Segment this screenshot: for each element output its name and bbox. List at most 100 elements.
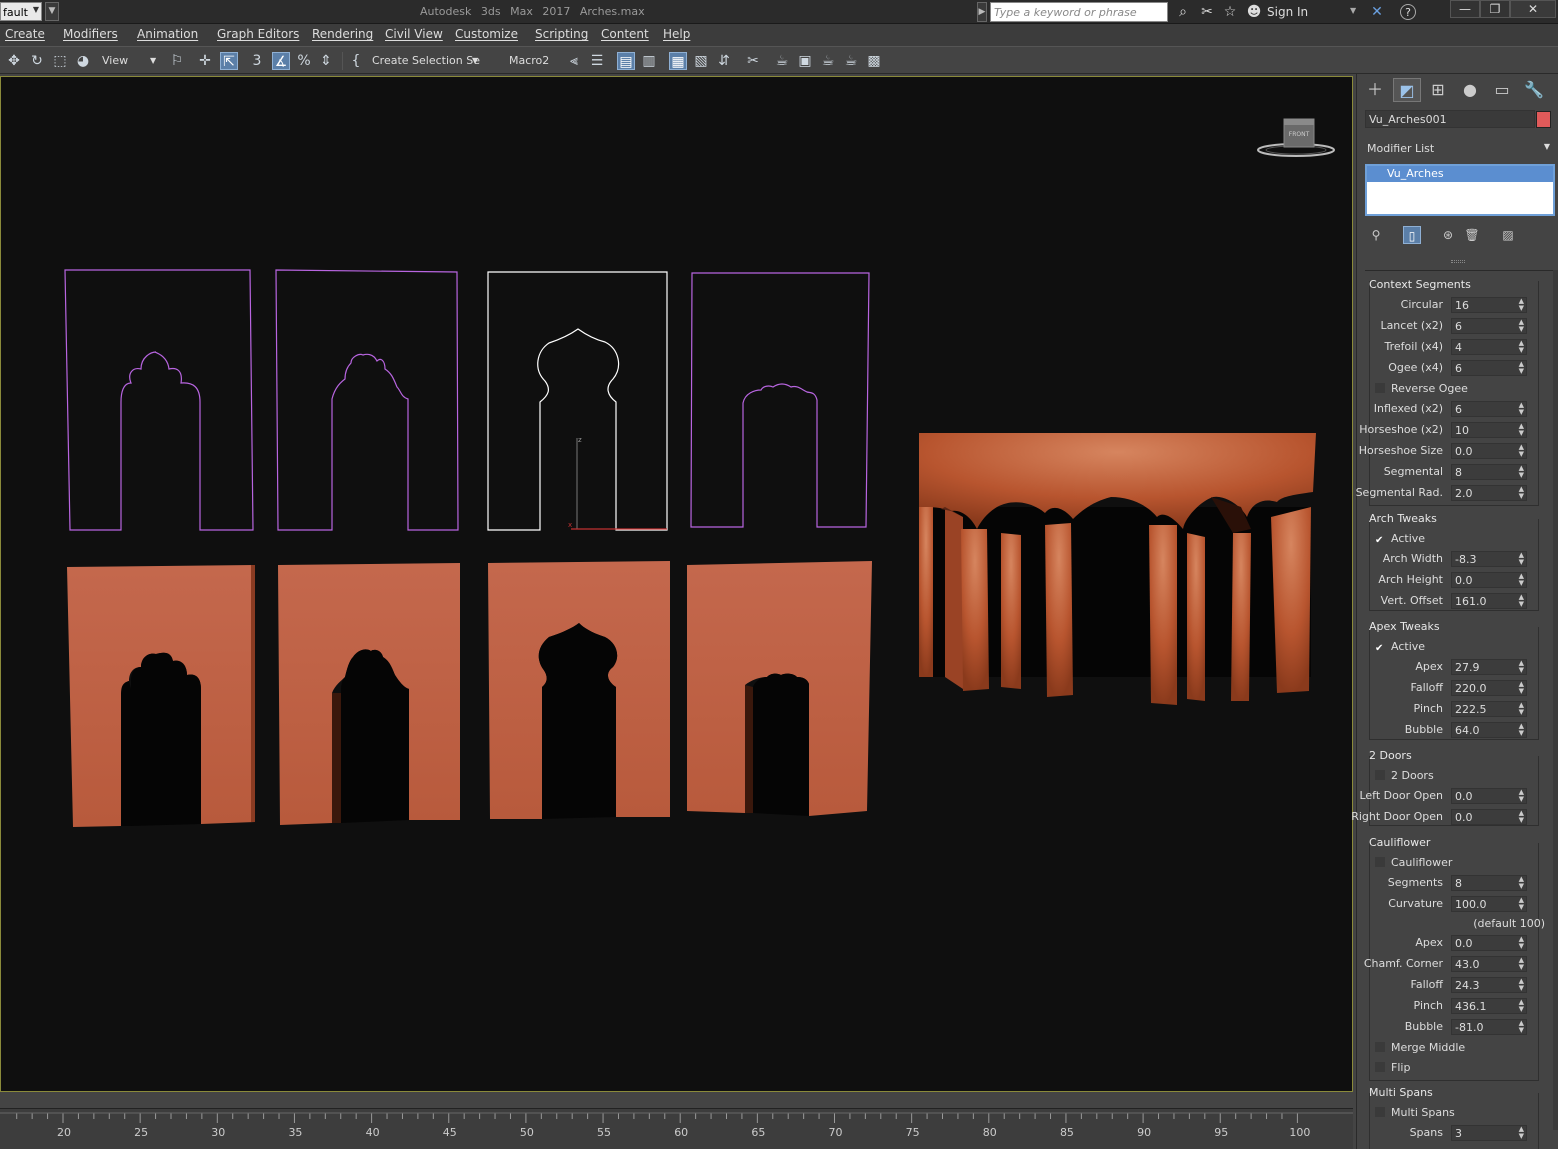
- cauliflower-spinner[interactable]: 436.1 ▲ ▼: [1451, 998, 1527, 1014]
- rollout-title[interactable]: Apex Tweaks: [1369, 620, 1440, 633]
- motion-tab-icon[interactable]: ●: [1456, 78, 1484, 102]
- context-segment-spinner[interactable]: 10 ▲ ▼: [1451, 422, 1527, 438]
- 2-doors-checkbox[interactable]: 2 Doors: [1375, 769, 1434, 782]
- layer-explorer-icon[interactable]: ▥: [640, 52, 658, 70]
- spinner-arrows-icon[interactable]: ▲ ▼: [1519, 486, 1524, 500]
- close-button[interactable]: ✕: [1510, 0, 1556, 18]
- help-icon[interactable]: ?: [1400, 4, 1416, 20]
- apex-tweak-spinner[interactable]: 222.5 ▲ ▼: [1451, 701, 1527, 717]
- panel-resize-grip[interactable]: [1451, 260, 1465, 263]
- cauliflower-checkbox[interactable]: Cauliflower: [1375, 856, 1452, 869]
- render-production-icon[interactable]: ☕: [819, 52, 837, 70]
- rollout-title[interactable]: Cauliflower: [1369, 836, 1430, 849]
- time-ruler[interactable]: 20 25 30 35 40 45 50 55 60 65 70 75 80 85 90 95 100: [0, 1108, 1353, 1149]
- rotate-icon[interactable]: ↻: [28, 52, 46, 70]
- menu-rendering[interactable]: Rendering: [312, 27, 373, 41]
- rollout-title[interactable]: Context Segments: [1369, 278, 1471, 291]
- spinner-arrows-icon[interactable]: ▲ ▼: [1519, 936, 1524, 950]
- modifier-list-dropdown[interactable]: Modifier List ▼: [1365, 140, 1553, 158]
- context-segment-spinner[interactable]: 6 ▲ ▼: [1451, 318, 1527, 334]
- arch-tweak-spinner[interactable]: 161.0 ▲ ▼: [1451, 593, 1527, 609]
- apex-tweaks-active-checkbox[interactable]: Active: [1375, 640, 1425, 654]
- schematic-view-icon[interactable]: ⇵: [715, 52, 733, 70]
- object-color-swatch[interactable]: [1536, 111, 1551, 128]
- spinner-arrows-icon[interactable]: ▲ ▼: [1519, 465, 1524, 479]
- door-spinner[interactable]: 0.0 ▲ ▼: [1451, 788, 1527, 804]
- object-name-field[interactable]: Vu_Arches001: [1365, 110, 1535, 128]
- menu-graph-editors[interactable]: Graph Editors: [217, 27, 299, 41]
- ref-coord-dropdown[interactable]: View: [102, 54, 128, 67]
- chevron-down-icon[interactable]: ▼: [1350, 6, 1356, 15]
- placement-icon[interactable]: ◕: [74, 52, 92, 70]
- scene-explorer-icon[interactable]: ▤: [617, 52, 635, 70]
- menu-customize[interactable]: Customize: [455, 27, 518, 41]
- create-tab-icon[interactable]: ＋: [1361, 78, 1389, 102]
- spinner-arrows-icon[interactable]: ▲ ▼: [1519, 573, 1524, 587]
- sign-in-link[interactable]: Sign In: [1267, 5, 1308, 19]
- spinner-arrows-icon[interactable]: ▲ ▼: [1519, 660, 1524, 674]
- context-segment-spinner[interactable]: 6 ▲ ▼: [1451, 401, 1527, 417]
- maximize-button[interactable]: ❐: [1480, 0, 1510, 18]
- material-editor-icon[interactable]: ✂: [744, 52, 762, 70]
- modify-tab-icon[interactable]: ◩: [1393, 78, 1421, 102]
- rollout-title[interactable]: Multi Spans: [1369, 1086, 1433, 1099]
- star-icon[interactable]: ☆: [1221, 4, 1239, 20]
- workspace-dropdown[interactable]: fault ▼: [0, 2, 42, 21]
- spinner-arrows-icon[interactable]: ▲ ▼: [1519, 702, 1524, 716]
- exchange-icon[interactable]: ✕: [1368, 4, 1386, 20]
- keyboard-shortcut-override-icon[interactable]: ⇱: [220, 52, 238, 70]
- cauliflower-spinner[interactable]: -81.0 ▲ ▼: [1451, 1019, 1527, 1035]
- show-end-result-icon[interactable]: ▯: [1403, 226, 1421, 244]
- spinner-snap-icon[interactable]: ⇕: [317, 52, 335, 70]
- spinner-arrows-icon[interactable]: ▲ ▼: [1519, 723, 1524, 737]
- menu-civil-view[interactable]: Civil View: [385, 27, 443, 41]
- merge-middle-checkbox[interactable]: Merge Middle: [1375, 1041, 1465, 1054]
- arch-mesh-2[interactable]: [278, 563, 460, 825]
- pivot-icon[interactable]: ⚐: [168, 52, 186, 70]
- shape-trefoil[interactable]: [64, 269, 254, 531]
- spinner-arrows-icon[interactable]: ▲ ▼: [1519, 1020, 1524, 1034]
- menu-create[interactable]: Create: [5, 27, 45, 41]
- mirror-icon[interactable]: ⫷: [565, 52, 583, 70]
- spinner-arrows-icon[interactable]: ▲ ▼: [1519, 361, 1524, 375]
- spinner-arrows-icon[interactable]: ▲ ▼: [1519, 789, 1524, 803]
- macro-button[interactable]: Macro2: [509, 54, 549, 67]
- percent-snap-icon[interactable]: %: [295, 52, 313, 70]
- arch-tweaks-active-checkbox[interactable]: Active: [1375, 532, 1425, 546]
- arch-mesh-4[interactable]: [687, 561, 872, 816]
- apex-tweak-spinner[interactable]: 64.0 ▲ ▼: [1451, 722, 1527, 738]
- modifier-stack[interactable]: Vu_Arches: [1365, 164, 1555, 216]
- spinner-arrows-icon[interactable]: ▲ ▼: [1519, 876, 1524, 890]
- menu-content[interactable]: Content: [601, 27, 649, 41]
- apex-tweak-spinner[interactable]: 220.0 ▲ ▼: [1451, 680, 1527, 696]
- chevron-down-icon[interactable]: ▼: [472, 56, 478, 65]
- multi-span-spinner[interactable]: 3 ▲ ▼: [1451, 1125, 1527, 1141]
- select-manipulate-icon[interactable]: ✛: [196, 52, 214, 70]
- viewport[interactable]: FRONT z x: [0, 76, 1353, 1092]
- spinner-arrows-icon[interactable]: ▲ ▼: [1519, 319, 1524, 333]
- apex-tweak-spinner[interactable]: 27.9 ▲ ▼: [1451, 659, 1527, 675]
- shape-cusped[interactable]: [275, 269, 459, 531]
- snap-3d-icon[interactable]: 3: [248, 52, 266, 70]
- minimize-button[interactable]: —: [1450, 0, 1480, 18]
- spinner-arrows-icon[interactable]: ▲ ▼: [1519, 298, 1524, 312]
- spinner-arrows-icon[interactable]: ▲ ▼: [1519, 681, 1524, 695]
- pin-stack-icon[interactable]: ⚲: [1367, 226, 1385, 244]
- hierarchy-tab-icon[interactable]: ⊞: [1424, 78, 1452, 102]
- angle-snap-icon[interactable]: ∡: [272, 52, 290, 70]
- workspace-menu-button[interactable]: ▼: [45, 2, 59, 21]
- cauliflower-spinner[interactable]: 8 ▲ ▼: [1451, 875, 1527, 891]
- curve-editor-icon[interactable]: ▧: [692, 52, 710, 70]
- configure-modifier-sets-icon[interactable]: ▨: [1499, 226, 1517, 244]
- circular-colonnade-mesh[interactable]: [919, 433, 1316, 705]
- chevron-down-icon[interactable]: ▼: [150, 56, 156, 65]
- door-spinner[interactable]: 0.0 ▲ ▼: [1451, 809, 1527, 825]
- context-segment-spinner[interactable]: 2.0 ▲ ▼: [1451, 485, 1527, 501]
- transform-gizmo[interactable]: z x: [568, 436, 667, 530]
- menu-scripting[interactable]: Scripting: [535, 27, 588, 41]
- remove-modifier-icon[interactable]: 🗑: [1463, 226, 1481, 244]
- spinner-arrows-icon[interactable]: ▲ ▼: [1519, 444, 1524, 458]
- cauliflower-spinner[interactable]: 24.3 ▲ ▼: [1451, 977, 1527, 993]
- align-icon[interactable]: ☰: [588, 52, 606, 70]
- render-iterative-icon[interactable]: ☕: [842, 52, 860, 70]
